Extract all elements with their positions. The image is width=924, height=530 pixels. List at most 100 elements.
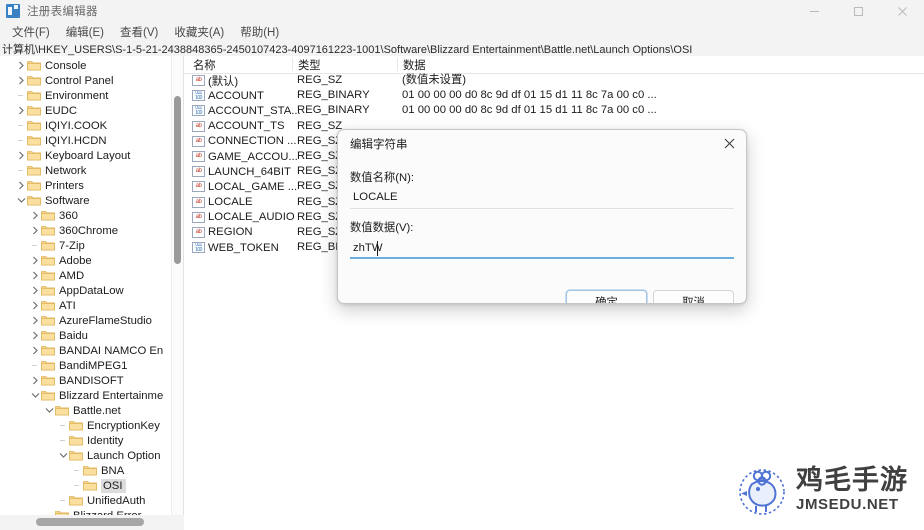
tree-item-adobe[interactable]: Adobe xyxy=(0,253,183,268)
close-button[interactable] xyxy=(880,0,924,22)
chevron-right-icon[interactable] xyxy=(16,103,27,118)
tree-line-stub xyxy=(58,418,69,433)
value-name-text: LOCALE_AUDIO xyxy=(208,211,295,224)
tree-horizontal-scroll-thumb[interactable] xyxy=(36,518,144,526)
tree-item-bna[interactable]: BNA xyxy=(0,463,183,478)
folder-icon xyxy=(41,270,55,281)
chevron-right-icon[interactable] xyxy=(30,328,41,343)
string-value-icon: ab xyxy=(192,196,205,208)
tree-item-control-panel[interactable]: Control Panel xyxy=(0,73,183,88)
tree-line-stub xyxy=(72,463,83,478)
tree-item-baidu[interactable]: Baidu xyxy=(0,328,183,343)
folder-icon xyxy=(27,195,41,206)
table-row[interactable]: 011 100 ACCOUNT REG_BINARY 01 00 00 00 d0 8c… xyxy=(184,88,924,103)
chevron-right-icon[interactable] xyxy=(30,373,41,388)
tree-vertical-scrollbar[interactable] xyxy=(171,56,183,515)
folder-icon xyxy=(41,240,55,251)
chevron-right-icon[interactable] xyxy=(30,268,41,283)
tree-item-environment[interactable]: Environment xyxy=(0,88,183,103)
dialog-title-bar: 编辑字符串 xyxy=(338,130,746,156)
column-divider[interactable] xyxy=(397,58,398,71)
tree-item-encryptionkey[interactable]: EncryptionKey xyxy=(0,418,183,433)
tree-item-label: BandiMPEG1 xyxy=(59,359,128,372)
menu-favorites[interactable]: 收藏夹(A) xyxy=(166,23,232,41)
key-tree-pane: Console Control Panel Environment EUDC IQIYI… xyxy=(0,56,184,515)
chevron-right-icon[interactable] xyxy=(30,223,41,238)
value-type-cell: REG_SZ xyxy=(297,195,343,208)
chevron-right-icon[interactable] xyxy=(16,73,27,88)
tree-item-printers[interactable]: Printers xyxy=(0,178,183,193)
table-row[interactable]: ab (默认) REG_SZ (数值未设置) xyxy=(184,73,924,88)
chevron-right-icon[interactable] xyxy=(30,343,41,358)
chevron-right-icon[interactable] xyxy=(30,208,41,223)
tree-item-iqiyi-cook[interactable]: IQIYI.COOK xyxy=(0,118,183,133)
table-row[interactable]: 011 100 ACCOUNT_STA... REG_BINARY 01 00 00 0… xyxy=(184,103,924,118)
text-caret xyxy=(377,241,378,256)
chevron-right-icon[interactable] xyxy=(30,313,41,328)
dialog-body: 数值名称(N): LOCALE 数值数据(V): 确定 取消 xyxy=(338,156,746,303)
folder-icon xyxy=(69,495,83,506)
tree-item-ati[interactable]: ATI xyxy=(0,298,183,313)
tree-item-blizzard-error[interactable]: Blizzard Error xyxy=(0,508,183,515)
chevron-right-icon[interactable] xyxy=(30,298,41,313)
value-data-input[interactable] xyxy=(350,240,734,259)
value-data-cell: 01 00 00 00 d0 8c 9d df 01 15 d1 11 8c 7… xyxy=(402,89,657,102)
tree-item-iqiyi-hcdn[interactable]: IQIYI.HCDN xyxy=(0,133,183,148)
tree-item-launch-option[interactable]: Launch Option xyxy=(0,448,183,463)
chevron-right-icon[interactable] xyxy=(30,253,41,268)
tree-item-label: Launch Option xyxy=(87,449,161,462)
menu-edit[interactable]: 编辑(E) xyxy=(58,23,112,41)
chevron-right-icon[interactable] xyxy=(30,283,41,298)
chevron-right-icon[interactable] xyxy=(16,178,27,193)
folder-icon xyxy=(69,420,83,431)
chevron-right-icon[interactable] xyxy=(16,148,27,163)
tree-item-label: IQIYI.HCDN xyxy=(45,134,107,147)
column-header-name[interactable]: 名称 xyxy=(193,57,216,73)
value-type-cell: REG_SZ xyxy=(297,210,343,223)
tree-item-battle-net[interactable]: Battle.net xyxy=(0,403,183,418)
column-header-type[interactable]: 类型 xyxy=(298,57,321,73)
tree-item-bandimpeg1[interactable]: BandiMPEG1 xyxy=(0,358,183,373)
tree-item-amd[interactable]: AMD xyxy=(0,268,183,283)
tree-item-360[interactable]: 360 xyxy=(0,208,183,223)
chevron-down-icon[interactable] xyxy=(30,388,41,403)
tree-item-blizzard-entertainme[interactable]: Blizzard Entertainme xyxy=(0,388,183,403)
tree-item-console[interactable]: Console xyxy=(0,58,183,73)
tree-item-software[interactable]: Software xyxy=(0,193,183,208)
tree-item-appdatalow[interactable]: AppDataLow xyxy=(0,283,183,298)
menu-help[interactable]: 帮助(H) xyxy=(232,23,287,41)
column-header-data[interactable]: 数据 xyxy=(403,57,426,73)
column-divider[interactable] xyxy=(292,58,293,71)
value-name-cell: 011 100 ACCOUNT xyxy=(192,88,264,103)
tree-item-7-zip[interactable]: 7-Zip xyxy=(0,238,183,253)
tree-item-osi[interactable]: OSI xyxy=(0,478,183,493)
tree-item-identity[interactable]: Identity xyxy=(0,433,183,448)
tree-item-network[interactable]: Network xyxy=(0,163,183,178)
tree-item-keyboard-layout[interactable]: Keyboard Layout xyxy=(0,148,183,163)
tree-item-bandai-namco-en[interactable]: BANDAI NAMCO En xyxy=(0,343,183,358)
cancel-button[interactable]: 取消 xyxy=(653,290,734,303)
maximize-button[interactable] xyxy=(836,0,880,22)
folder-icon xyxy=(41,345,55,356)
ok-button[interactable]: 确定 xyxy=(566,290,647,303)
tree-item-360chrome[interactable]: 360Chrome xyxy=(0,223,183,238)
tree-line-stub xyxy=(30,358,41,373)
chevron-right-icon[interactable] xyxy=(16,58,27,73)
chevron-down-icon[interactable] xyxy=(16,193,27,208)
chevron-down-icon[interactable] xyxy=(58,448,69,463)
string-value-icon: ab xyxy=(192,120,205,132)
tree-item-azureflamestudio[interactable]: AzureFlameStudio xyxy=(0,313,183,328)
binary-value-icon: 011 100 xyxy=(192,90,205,102)
chevron-down-icon[interactable] xyxy=(44,403,55,418)
tree-item-bandisoft[interactable]: BANDISOFT xyxy=(0,373,183,388)
menu-view[interactable]: 查看(V) xyxy=(112,23,166,41)
tree-horizontal-scrollbar[interactable] xyxy=(0,515,183,529)
close-icon[interactable] xyxy=(712,130,746,156)
minimize-button[interactable] xyxy=(792,0,836,22)
menu-file[interactable]: 文件(F) xyxy=(4,23,58,41)
tree-vertical-scroll-thumb[interactable] xyxy=(174,96,181,264)
tree-item-unifiedauth[interactable]: UnifiedAuth xyxy=(0,493,183,508)
tree-item-eudc[interactable]: EUDC xyxy=(0,103,183,118)
address-bar[interactable]: 计算机\HKEY_USERS\S-1-5-21-2438848365-24501… xyxy=(0,41,924,57)
tree-line-stub xyxy=(58,433,69,448)
